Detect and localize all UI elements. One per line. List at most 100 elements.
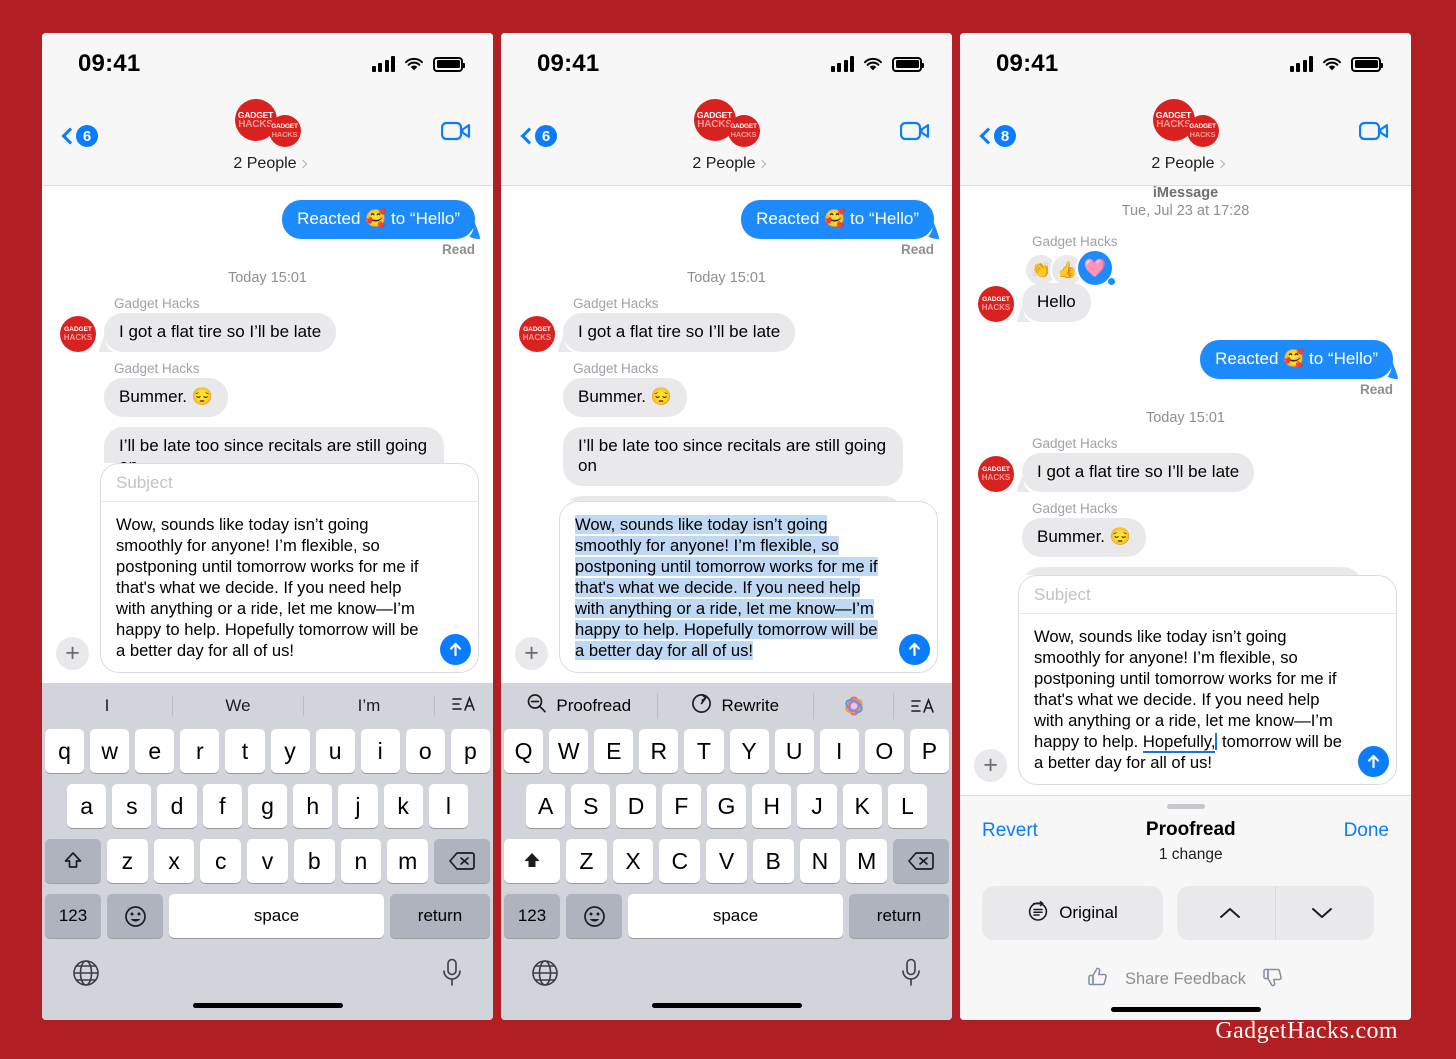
return-key[interactable]: return xyxy=(849,894,949,938)
key-e[interactable]: e xyxy=(135,729,175,773)
key-o[interactable]: o xyxy=(405,729,445,773)
key-r[interactable]: r xyxy=(180,729,220,773)
key-G[interactable]: G xyxy=(706,784,747,828)
participants-row[interactable]: 2 People xyxy=(233,155,307,173)
sheet-grabber[interactable] xyxy=(960,804,1411,819)
incoming-bubble[interactable]: Hello xyxy=(1022,283,1091,323)
key-s[interactable]: s xyxy=(112,784,152,828)
key-l[interactable]: l xyxy=(428,784,468,828)
message-body-input[interactable]: Wow, sounds like today isn’t going smoot… xyxy=(101,502,478,672)
key-H[interactable]: H xyxy=(752,784,792,828)
send-arrow-up-icon[interactable] xyxy=(440,634,471,665)
incoming-bubble[interactable]: I got a flat tire so I’ll be late xyxy=(104,313,337,353)
emoji-smiley-icon[interactable] xyxy=(107,894,163,938)
shift-icon[interactable] xyxy=(44,839,101,883)
send-arrow-up-icon[interactable] xyxy=(899,634,930,665)
message-thread-3[interactable]: iMessage Tue, Jul 23 at 17:28 Gadget Hac… xyxy=(960,186,1411,575)
key-C[interactable]: C xyxy=(659,839,701,883)
key-m[interactable]: m xyxy=(387,839,429,883)
key-c[interactable]: c xyxy=(200,839,242,883)
key-T[interactable]: T xyxy=(684,729,724,773)
facetime-video-icon[interactable] xyxy=(899,99,930,146)
key-x[interactable]: x xyxy=(153,839,195,883)
incoming-bubble[interactable]: I got a flat tire so I’ll be late xyxy=(563,313,796,353)
key-g[interactable]: g xyxy=(247,784,288,828)
share-feedback-label[interactable]: Share Feedback xyxy=(1125,970,1246,989)
key-q[interactable]: q xyxy=(45,729,85,773)
incoming-bubble[interactable]: Bummer. 😔 xyxy=(1022,518,1146,558)
key-R[interactable]: R xyxy=(639,729,679,773)
message-field[interactable]: Subject Wow, sounds like today isn’t goi… xyxy=(1018,574,1397,785)
key-u[interactable]: u xyxy=(315,729,355,773)
space-key[interactable]: space xyxy=(628,894,843,938)
message-thread-2[interactable]: Reacted 🥰 to “Hello” Read Today 15:01 Ga… xyxy=(501,186,952,501)
outgoing-bubble[interactable]: Reacted 🥰 to “Hello” xyxy=(741,200,934,239)
incoming-bubble[interactable]: I’ll be late too since recitals are stil… xyxy=(104,427,444,463)
text-format-icon[interactable] xyxy=(894,693,952,719)
back-button[interactable]: 8 xyxy=(979,99,1016,147)
revert-button[interactable]: Revert xyxy=(982,819,1038,842)
key-X[interactable]: X xyxy=(612,839,654,883)
key-U[interactable]: U xyxy=(774,729,814,773)
add-attachment-button[interactable]: + xyxy=(515,637,548,670)
delete-backspace-icon[interactable] xyxy=(893,839,950,883)
key-K[interactable]: K xyxy=(842,784,882,828)
key-d[interactable]: d xyxy=(157,784,197,828)
key-z[interactable]: z xyxy=(106,839,148,883)
chevron-down-icon[interactable] xyxy=(1269,886,1374,940)
key-h[interactable]: h xyxy=(293,784,333,828)
thumbs-down-icon[interactable] xyxy=(1262,966,1284,993)
chevron-up-icon[interactable] xyxy=(1177,886,1282,940)
key-p[interactable]: p xyxy=(450,729,490,773)
prediction-0[interactable]: I xyxy=(42,696,173,716)
microphone-icon[interactable] xyxy=(900,958,922,993)
subject-input[interactable]: Subject xyxy=(101,464,478,502)
key-b[interactable]: b xyxy=(293,839,335,883)
conversation-title-group[interactable]: GADGET HACKS GADGET HACKS 2 People xyxy=(557,99,900,173)
globe-icon[interactable] xyxy=(531,959,559,992)
key-I[interactable]: I xyxy=(819,729,859,773)
key-W[interactable]: W xyxy=(549,729,589,773)
emoji-smiley-icon[interactable] xyxy=(566,894,622,938)
numbers-key[interactable]: 123 xyxy=(504,894,560,938)
microphone-icon[interactable] xyxy=(441,958,463,993)
key-E[interactable]: E xyxy=(594,729,634,773)
apple-intelligence-icon[interactable] xyxy=(814,693,894,719)
facetime-video-icon[interactable] xyxy=(440,99,471,146)
message-body-input[interactable]: Wow, sounds like today isn’t going smoot… xyxy=(1019,614,1396,784)
reaction-heart[interactable]: 🩷 xyxy=(1076,249,1116,288)
back-button[interactable]: 6 xyxy=(61,99,98,147)
key-F[interactable]: F xyxy=(661,784,701,828)
key-t[interactable]: t xyxy=(225,729,265,773)
back-button[interactable]: 6 xyxy=(520,99,557,147)
delete-backspace-icon[interactable] xyxy=(434,839,491,883)
conversation-title-group[interactable]: GADGET HACKS GADGET HACKS 2 People xyxy=(98,99,441,173)
key-k[interactable]: k xyxy=(383,784,423,828)
incoming-bubble[interactable]: Maybe we should postpone until tomorrow? xyxy=(563,496,903,501)
participants-row[interactable]: 2 People xyxy=(692,155,766,173)
key-L[interactable]: L xyxy=(887,784,927,828)
key-V[interactable]: V xyxy=(706,839,747,883)
space-key[interactable]: space xyxy=(169,894,384,938)
key-Q[interactable]: Q xyxy=(504,729,544,773)
done-button[interactable]: Done xyxy=(1344,819,1389,842)
incoming-bubble[interactable]: Bummer. 😔 xyxy=(104,378,228,418)
key-n[interactable]: n xyxy=(340,839,382,883)
message-field[interactable]: Subject Wow, sounds like today isn’t goi… xyxy=(100,462,479,673)
participants-row[interactable]: 2 People xyxy=(1151,155,1225,173)
add-attachment-button[interactable]: + xyxy=(56,637,89,670)
message-thread-1[interactable]: Reacted 🥰 to “Hello” Read Today 15:01 Ga… xyxy=(42,186,493,463)
outgoing-bubble[interactable]: Reacted 🥰 to “Hello” xyxy=(282,200,475,239)
prediction-2[interactable]: I’m xyxy=(304,696,435,716)
key-j[interactable]: j xyxy=(338,784,378,828)
key-N[interactable]: N xyxy=(799,839,841,883)
key-D[interactable]: D xyxy=(616,784,656,828)
globe-icon[interactable] xyxy=(72,959,100,992)
message-body-input[interactable]: Wow, sounds like today isn’t going smoot… xyxy=(560,502,937,672)
selected-text[interactable]: Wow, sounds like today isn’t going smoot… xyxy=(575,514,878,660)
key-v[interactable]: v xyxy=(247,839,288,883)
prediction-1[interactable]: We xyxy=(173,696,304,716)
key-P[interactable]: P xyxy=(909,729,949,773)
incoming-bubble[interactable]: I got a flat tire so I’ll be late xyxy=(1022,453,1255,493)
proofread-suggestion[interactable]: Hopefully, xyxy=(1142,731,1216,753)
